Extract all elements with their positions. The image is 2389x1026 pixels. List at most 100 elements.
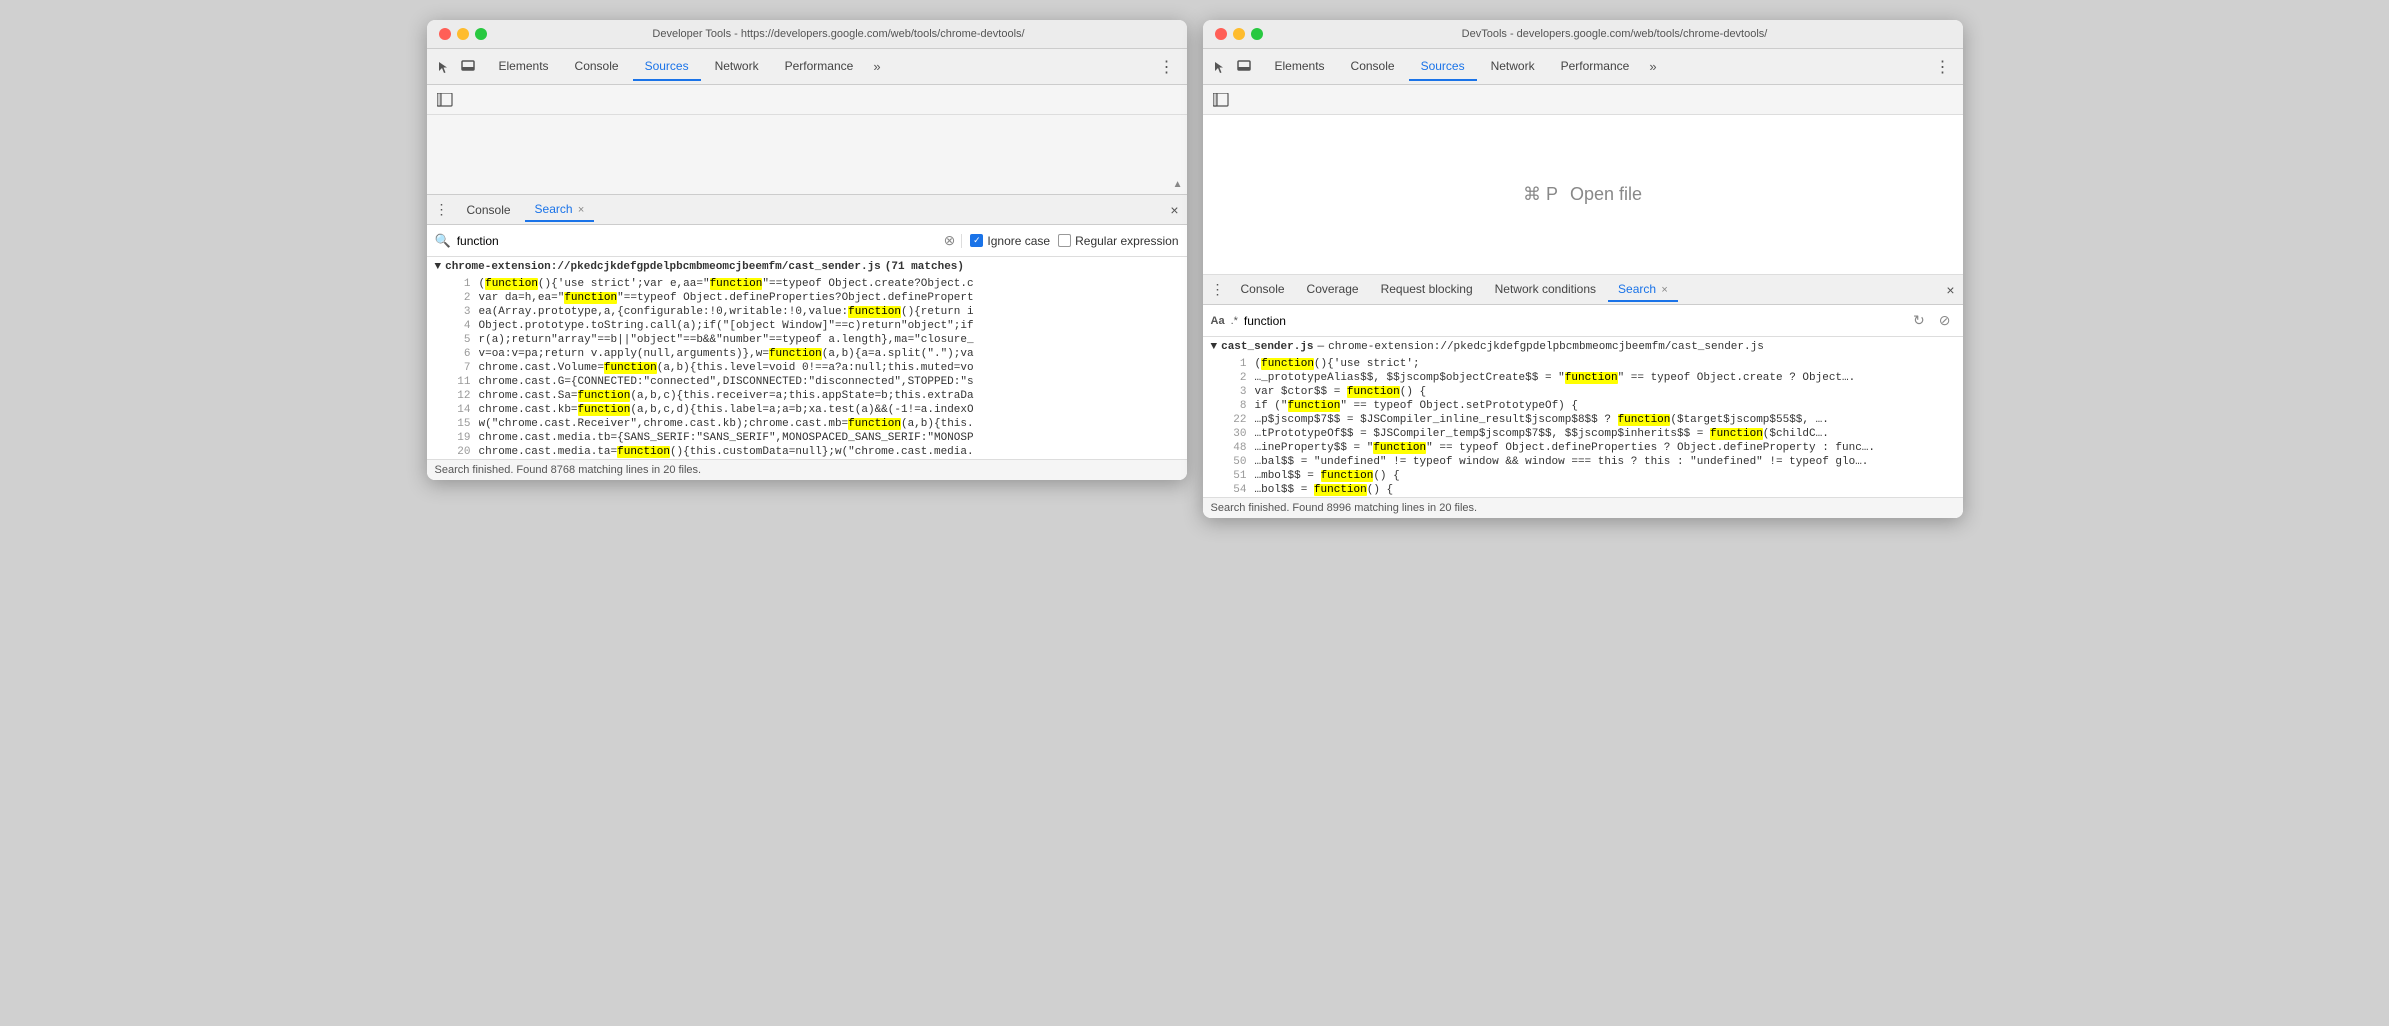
cursor-icon[interactable] (435, 58, 453, 76)
left-search-results[interactable]: ▼ chrome-extension://pkedcjkdefgpdelpbcm… (427, 257, 1187, 459)
right-panel-tab-coverage[interactable]: Coverage (1297, 278, 1369, 302)
left-panel-menu[interactable]: ⋮ (435, 201, 449, 218)
left-minimize-button[interactable] (457, 28, 469, 40)
right-status-bar: Search finished. Found 8996 matching lin… (1203, 497, 1963, 518)
left-search-clear[interactable]: ⊗ (944, 232, 956, 249)
left-search-tab-close[interactable]: × (578, 204, 584, 216)
line-number: 6 (451, 348, 471, 360)
right-dotstar-label[interactable]: .* (1231, 315, 1238, 327)
table-row[interactable]: 14 chrome.cast.kb=function(a,b,c,d){this… (427, 403, 1187, 417)
table-row[interactable]: 54 …bol$$ = function() { (1203, 483, 1963, 497)
line-content: chrome.cast.media.tb={SANS_SERIF:"SANS_S… (479, 432, 974, 444)
right-open-file-label: Open file (1570, 184, 1642, 205)
table-row[interactable]: 3 ea(Array.prototype,a,{configurable:!0,… (427, 305, 1187, 319)
table-row[interactable]: 30 …tPrototypeOf$$ = $JSCompiler_temp$js… (1203, 427, 1963, 441)
right-result-arrow[interactable]: ▼ (1211, 341, 1218, 353)
right-menu-icon[interactable]: ⋮ (1931, 53, 1955, 81)
right-minimize-button[interactable] (1233, 28, 1245, 40)
right-cursor-icon[interactable] (1211, 58, 1229, 76)
line-content: …bol$$ = function() { (1255, 484, 1394, 496)
right-tab-console[interactable]: Console (1339, 53, 1407, 81)
table-row[interactable]: 20 chrome.cast.media.ta=function(){this.… (427, 445, 1187, 459)
right-tab-sources[interactable]: Sources (1409, 53, 1477, 81)
left-maximize-button[interactable] (475, 28, 487, 40)
left-tab-console[interactable]: Console (563, 53, 631, 81)
left-title-bar: Developer Tools - https://developers.goo… (427, 20, 1187, 49)
line-number: 8 (1227, 400, 1247, 412)
table-row[interactable]: 15 w("chrome.cast.Receiver",chrome.cast.… (427, 417, 1187, 431)
left-tab-network[interactable]: Network (703, 53, 771, 81)
right-tab-more[interactable]: » (1643, 55, 1662, 78)
right-toolbar-icons (1211, 58, 1253, 76)
left-tab-more[interactable]: » (867, 55, 886, 78)
left-panel-tab-console[interactable]: Console (457, 199, 521, 221)
left-panel-tab-search[interactable]: Search × (525, 198, 595, 222)
left-tab-elements[interactable]: Elements (487, 53, 561, 81)
right-search-results[interactable]: ▼ cast_sender.js — chrome-extension://pk… (1203, 337, 1963, 497)
line-content: chrome.cast.Sa=function(a,b,c){this.rece… (479, 390, 974, 402)
right-panel-close[interactable]: × (1946, 282, 1954, 298)
right-refresh-icon[interactable]: ↻ (1909, 310, 1929, 331)
table-row[interactable]: 4 Object.prototype.toString.call(a);if("… (427, 319, 1187, 333)
line-number: 7 (451, 362, 471, 374)
left-tab-performance[interactable]: Performance (773, 53, 866, 81)
right-search-input[interactable] (1244, 314, 1903, 328)
right-aa-label[interactable]: Aa (1211, 315, 1225, 327)
right-panel-menu[interactable]: ⋮ (1211, 281, 1225, 298)
table-row[interactable]: 12 chrome.cast.Sa=function(a,b,c){this.r… (427, 389, 1187, 403)
right-clear-icon[interactable]: ⊘ (1935, 310, 1955, 331)
left-result-file[interactable]: ▼ chrome-extension://pkedcjkdefgpdelpbcm… (427, 257, 1187, 277)
table-row[interactable]: 50 …bal$$ = "undefined" != typeof window… (1203, 455, 1963, 469)
line-content: chrome.cast.media.ta=function(){this.cus… (479, 446, 974, 458)
left-regex-label[interactable]: Regular expression (1058, 234, 1178, 248)
dock-icon[interactable] (459, 58, 477, 76)
left-ignore-case-checkbox[interactable]: ✓ (970, 234, 983, 247)
right-sidebar-toggle[interactable] (1211, 90, 1231, 110)
left-search-input[interactable] (457, 234, 938, 248)
left-sidebar-toggle[interactable] (435, 90, 455, 110)
line-content: …bal$$ = "undefined" != typeof window &&… (1255, 456, 1869, 468)
line-number: 4 (451, 320, 471, 332)
right-maximize-button[interactable] (1251, 28, 1263, 40)
right-close-button[interactable] (1215, 28, 1227, 40)
right-window-title: DevTools - developers.google.com/web/too… (1279, 28, 1951, 40)
left-search-bar: 🔍 ⊗ ✓ Ignore case Regular expression (427, 225, 1187, 257)
right-tab-elements[interactable]: Elements (1263, 53, 1337, 81)
table-row[interactable]: 2 var da=h,ea="function"==typeof Object.… (427, 291, 1187, 305)
right-panel-tab-request-blocking[interactable]: Request blocking (1371, 278, 1483, 302)
table-row[interactable]: 3 var $ctor$$ = function() { (1203, 385, 1963, 399)
right-panel-tab-network-conditions[interactable]: Network conditions (1485, 278, 1606, 302)
right-search-tab-close[interactable]: × (1661, 284, 1667, 296)
table-row[interactable]: 7 chrome.cast.Volume=function(a,b){this.… (427, 361, 1187, 375)
left-panel-close[interactable]: × (1170, 202, 1178, 218)
table-row[interactable]: 1 (function(){'use strict'; (1203, 357, 1963, 371)
left-regex-checkbox[interactable] (1058, 234, 1071, 247)
table-row[interactable]: 48 …ineProperty$$ = "function" == typeof… (1203, 441, 1963, 455)
right-panel-tab-console[interactable]: Console (1231, 278, 1295, 302)
right-panel-tab-search[interactable]: Search × (1608, 278, 1678, 302)
right-result-file[interactable]: ▼ cast_sender.js — chrome-extension://pk… (1203, 337, 1963, 357)
table-row[interactable]: 5 r(a);return"array"==b||"object"==b&&"n… (427, 333, 1187, 347)
table-row[interactable]: 11 chrome.cast.G={CONNECTED:"connected",… (427, 375, 1187, 389)
right-dock-icon[interactable] (1235, 58, 1253, 76)
left-tab-sources[interactable]: Sources (633, 53, 701, 81)
table-row[interactable]: 51 …mbol$$ = function() { (1203, 469, 1963, 483)
line-number: 1 (1227, 358, 1247, 370)
left-panel-tab-bar: ⋮ Console Search × × (427, 195, 1187, 225)
table-row[interactable]: 19 chrome.cast.media.tb={SANS_SERIF:"SAN… (427, 431, 1187, 445)
left-close-button[interactable] (439, 28, 451, 40)
left-ignore-case-label[interactable]: ✓ Ignore case (970, 234, 1050, 248)
left-resize-icon[interactable]: ▲ (1173, 179, 1183, 190)
table-row[interactable]: 2 …_prototypeAlias$$, $$jscomp$objectCre… (1203, 371, 1963, 385)
right-tab-network[interactable]: Network (1479, 53, 1547, 81)
left-result-arrow[interactable]: ▼ (435, 261, 442, 273)
right-tab-bar-right: ⋮ (1931, 53, 1955, 81)
table-row[interactable]: 6 v=oa:v=pa;return v.apply(null,argument… (427, 347, 1187, 361)
table-row[interactable]: 8 if ("function" == typeof Object.setPro… (1203, 399, 1963, 413)
line-number: 15 (451, 418, 471, 430)
table-row[interactable]: 1 (function(){'use strict';var e,aa="fun… (427, 277, 1187, 291)
table-row[interactable]: 22 …p$jscomp$7$$ = $JSCompiler_inline_re… (1203, 413, 1963, 427)
left-tab-bar: Elements Console Sources Network Perform… (427, 49, 1187, 85)
left-menu-icon[interactable]: ⋮ (1155, 53, 1179, 81)
right-tab-performance[interactable]: Performance (1549, 53, 1642, 81)
